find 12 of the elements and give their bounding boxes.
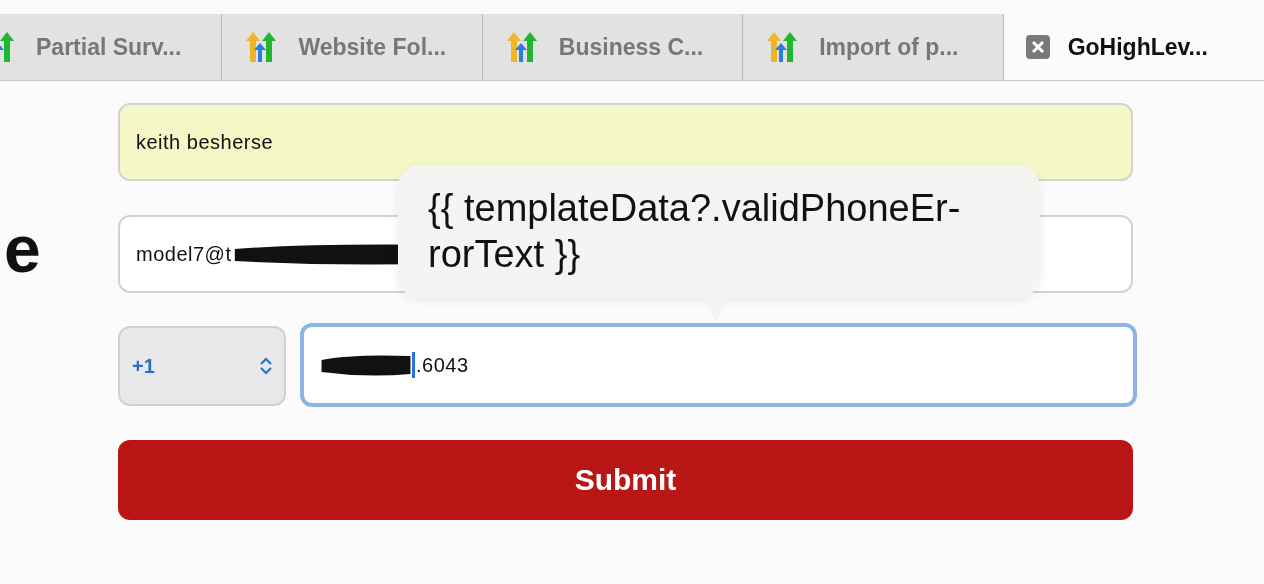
close-icon[interactable] — [1025, 35, 1050, 59]
browser-tab[interactable]: Business C... — [482, 14, 744, 80]
country-code-select[interactable]: +1 — [118, 326, 286, 406]
up-down-chevron-icon — [258, 356, 274, 376]
tooltip-pointer — [702, 298, 730, 322]
validation-tooltip: {{ templateData?.validPhoneEr- rorText }} — [398, 165, 1040, 298]
submit-button[interactable]: Submit — [118, 440, 1133, 520]
browser-tab[interactable]: Website Fol... — [222, 14, 483, 80]
page-heading: e — [4, 211, 41, 287]
browser-tab[interactable]: Partial Surv... — [0, 14, 223, 80]
phone-field[interactable]: .6043 — [300, 323, 1137, 407]
browser-tab[interactable]: Import of p... — [743, 14, 1004, 80]
